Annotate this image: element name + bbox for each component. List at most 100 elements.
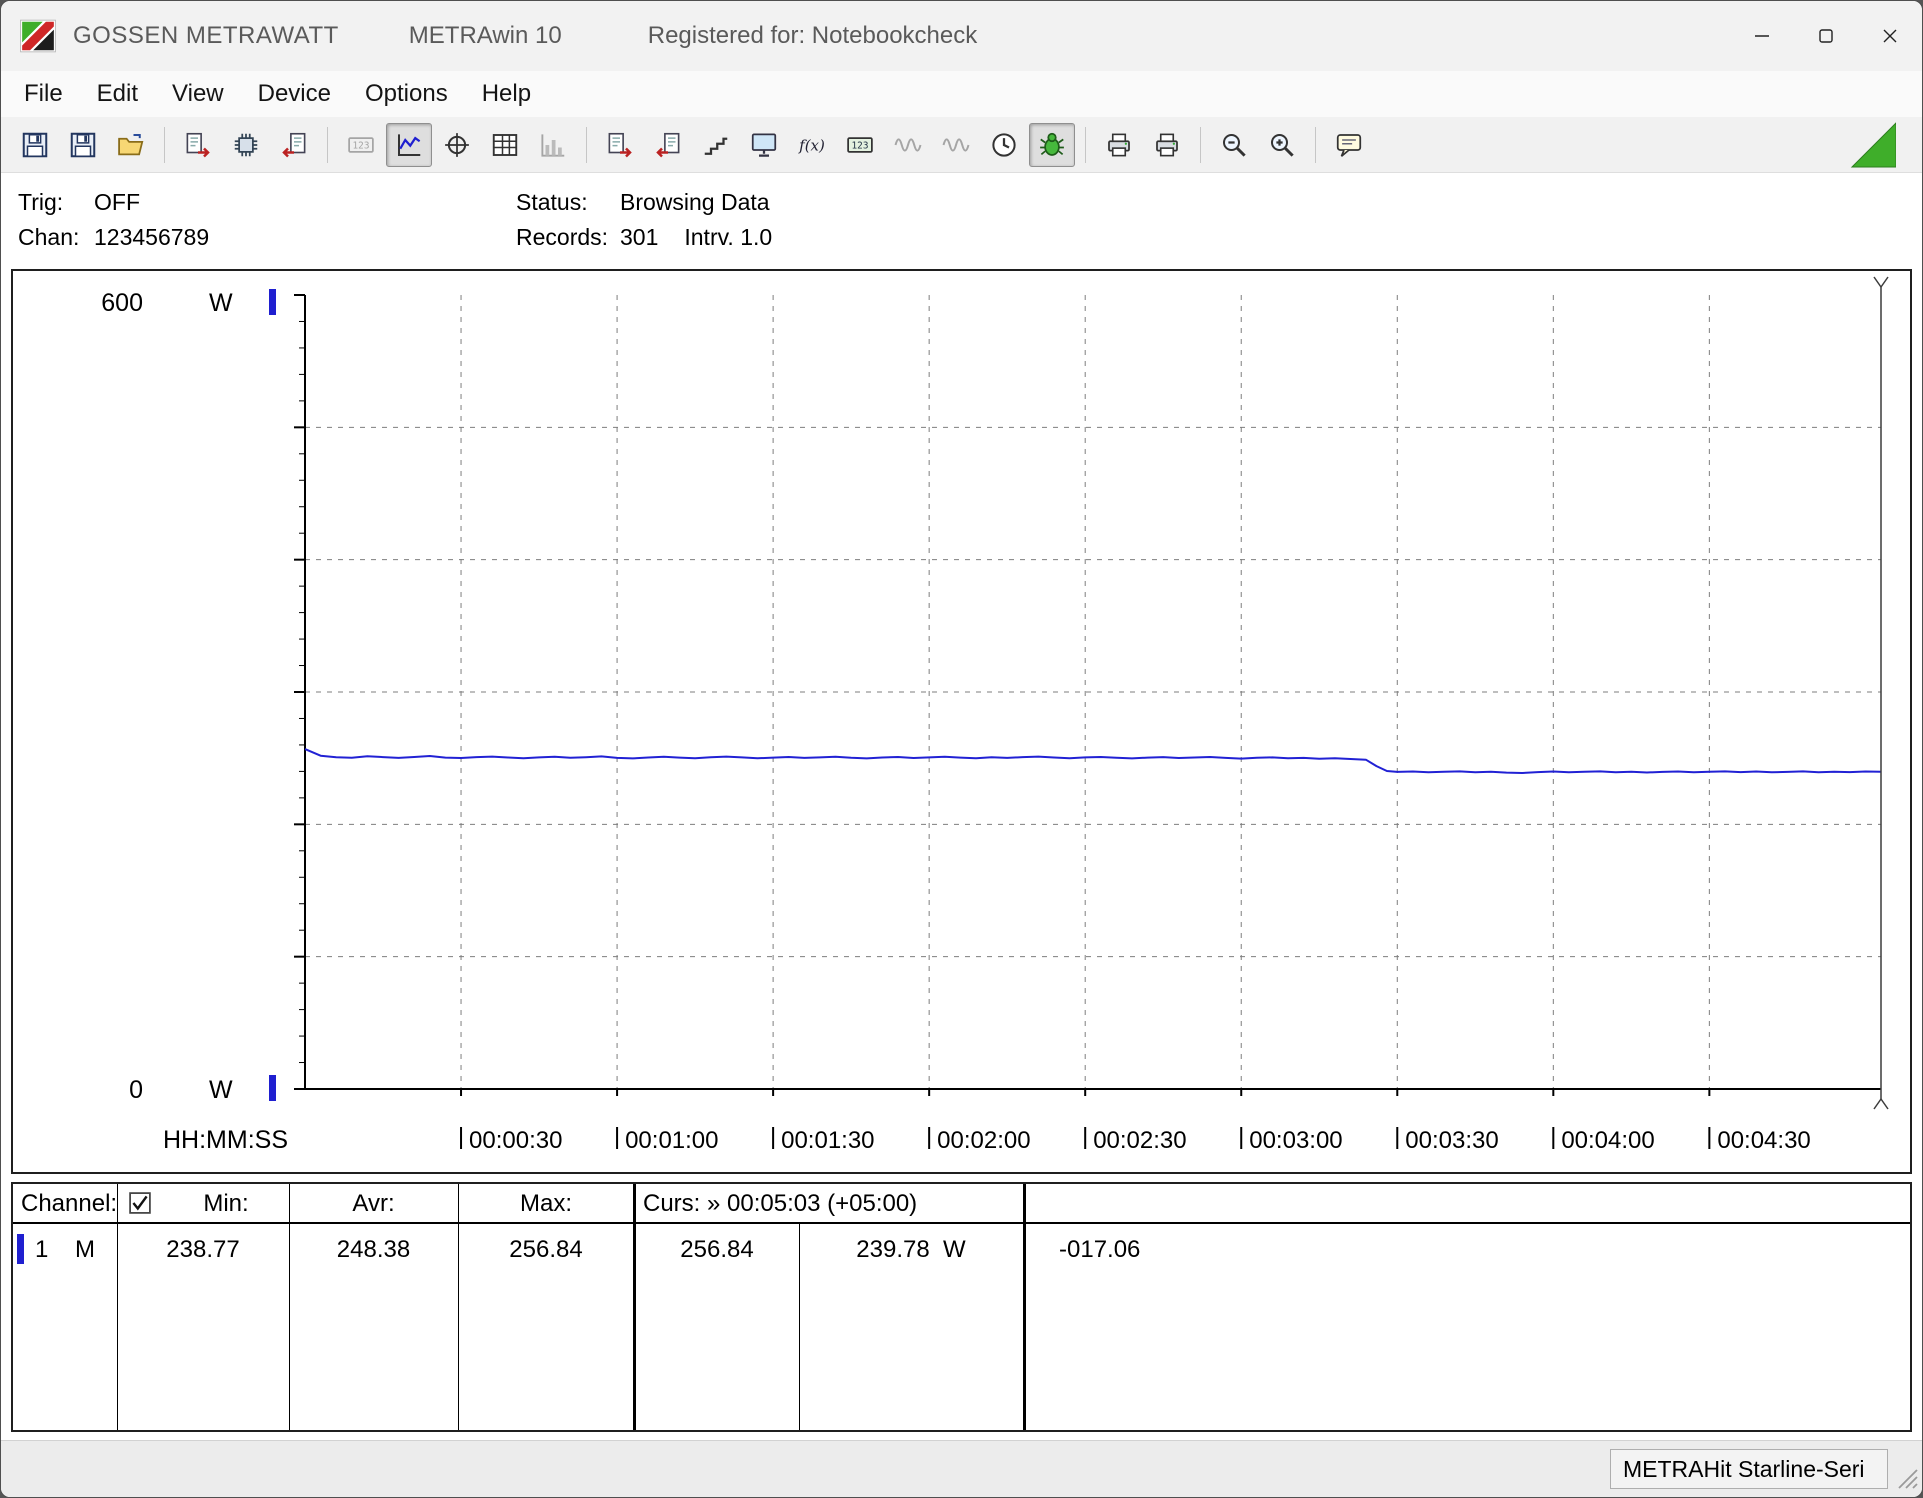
y-unit-top-label: W [209,289,233,317]
channel-number: 1 [35,1236,49,1263]
cursor-tool-button[interactable] [434,123,480,167]
registered-for: Registered for: Notebookcheck [647,22,978,49]
cursor-b-number: 239.78 [856,1236,930,1263]
toolbar-separator [327,126,328,163]
print-preview-button[interactable] [1096,123,1142,167]
trig-value: OFF [94,189,140,215]
save-button[interactable] [12,123,58,167]
svg-text:00:02:00: 00:02:00 [937,1127,1030,1154]
maximize-icon [1819,29,1833,43]
app-logo-icon [20,19,56,53]
transfer-from-device-button[interactable] [645,123,691,167]
status-value: Browsing Data [620,189,770,215]
zoom-in-icon [1267,130,1297,160]
chip-icon [231,130,261,160]
menu-file[interactable]: File [7,71,80,117]
toolbar-separator [1315,126,1316,163]
annotations-button[interactable] [1326,123,1372,167]
device-panel-button[interactable] [837,123,883,167]
channel-marker-top [269,289,276,315]
trigger-channel-info: Trig: OFF Chan: 123456789 [18,185,209,255]
status-label: Status: [516,189,588,215]
export-file-button[interactable] [175,123,221,167]
svg-text:00:00:30: 00:00:30 [469,1127,562,1154]
export-icon [183,130,213,160]
bars-icon [538,130,568,160]
steps-icon [701,130,731,160]
printer-icon [1152,130,1182,160]
y-unit-bottom-label: W [209,1076,233,1104]
channel-setup-button[interactable] [693,123,739,167]
lcd-icon [845,130,875,160]
minimize-icon [1755,35,1769,37]
note-icon [1334,130,1364,160]
toolbar-separator [586,126,587,163]
clock-icon [989,130,1019,160]
interval-timer-button[interactable] [981,123,1027,167]
svg-text:00:01:30: 00:01:30 [781,1127,874,1154]
chan-value: 123456789 [94,224,210,250]
live-mode-button[interactable] [1029,122,1075,167]
channel-visible-checkbox[interactable] [129,1192,151,1221]
toolbar-separator [1200,126,1201,163]
write-memory-button[interactable] [271,123,317,167]
bar-graph-view-button [530,123,576,167]
export-icon [605,130,635,160]
line-chart-icon [394,130,424,160]
zoom-in-button[interactable] [1259,123,1305,167]
bug-icon [1037,130,1067,160]
app-title: METRAwin 10 [408,22,562,49]
cursor-b-unit: W [943,1236,966,1263]
channel-marker-bottom [269,1075,276,1101]
checkbox-check-icon [129,1192,151,1214]
save-as-button[interactable] [60,123,106,167]
menu-help[interactable]: Help [465,71,548,117]
trend-chart[interactable]: 600 W 0 W HH:MM:SS 00:00:30 00:01:00 00:01… [13,271,1910,1172]
channel-row-marker [17,1234,24,1264]
formula-button[interactable] [789,123,835,167]
open-icon [116,130,146,160]
menu-edit[interactable]: Edit [80,71,155,117]
svg-text:00:03:00: 00:03:00 [1249,1127,1342,1154]
analog-trend-button [885,123,931,167]
save-icon [68,130,98,160]
table-divider [117,1184,118,1430]
x-axis-format-label: HH:MM:SS [163,1126,288,1154]
fx-icon [797,130,827,160]
value-avr: 248.38 [336,1236,411,1263]
import-icon [653,130,683,160]
toolbar [1,117,1922,173]
col-header-min: Min: [203,1190,249,1217]
svg-text:00:02:30: 00:02:30 [1093,1127,1186,1154]
menu-options[interactable]: Options [348,71,465,117]
save-icon [20,130,50,160]
read-memory-button[interactable] [223,123,269,167]
menu-device[interactable]: Device [241,71,348,117]
table-divider-thick [1023,1184,1026,1430]
table-icon [490,130,520,160]
close-icon [1883,29,1897,43]
print-button[interactable] [1144,123,1190,167]
zoom-out-button[interactable] [1211,123,1257,167]
application-window: GOSSEN METRAWATT METRAwin 10 Registered … [0,0,1923,1498]
resize-grip[interactable] [1894,1449,1918,1489]
value-cursor-a: 256.84 [680,1236,754,1263]
trig-label: Trig: [18,189,64,215]
titlebar: GOSSEN METRAWATT METRAwin 10 Registered … [1,1,1922,71]
minimize-button[interactable] [1730,1,1794,71]
open-button[interactable] [108,123,154,167]
toolbar-separator [164,126,165,163]
col-header-max: Max: [519,1190,572,1217]
transfer-to-device-button[interactable] [597,123,643,167]
brand-name: GOSSEN METRAWATT [73,22,339,49]
online-display-button[interactable] [741,123,787,167]
close-button[interactable] [1858,1,1922,71]
menu-view[interactable]: View [155,71,241,117]
table-view-button[interactable] [482,123,528,167]
import-icon [279,130,309,160]
status-records-info: Status: Browsing Data Records: 301 Intrv. 1… [516,185,772,255]
maximize-button[interactable] [1794,1,1858,71]
line-chart-view-button[interactable] [386,122,432,167]
channel-table: Channel: Min: Avr: Max: Curs: » 00:05:03… [11,1182,1912,1432]
connection-indicator-icon [1850,121,1896,167]
